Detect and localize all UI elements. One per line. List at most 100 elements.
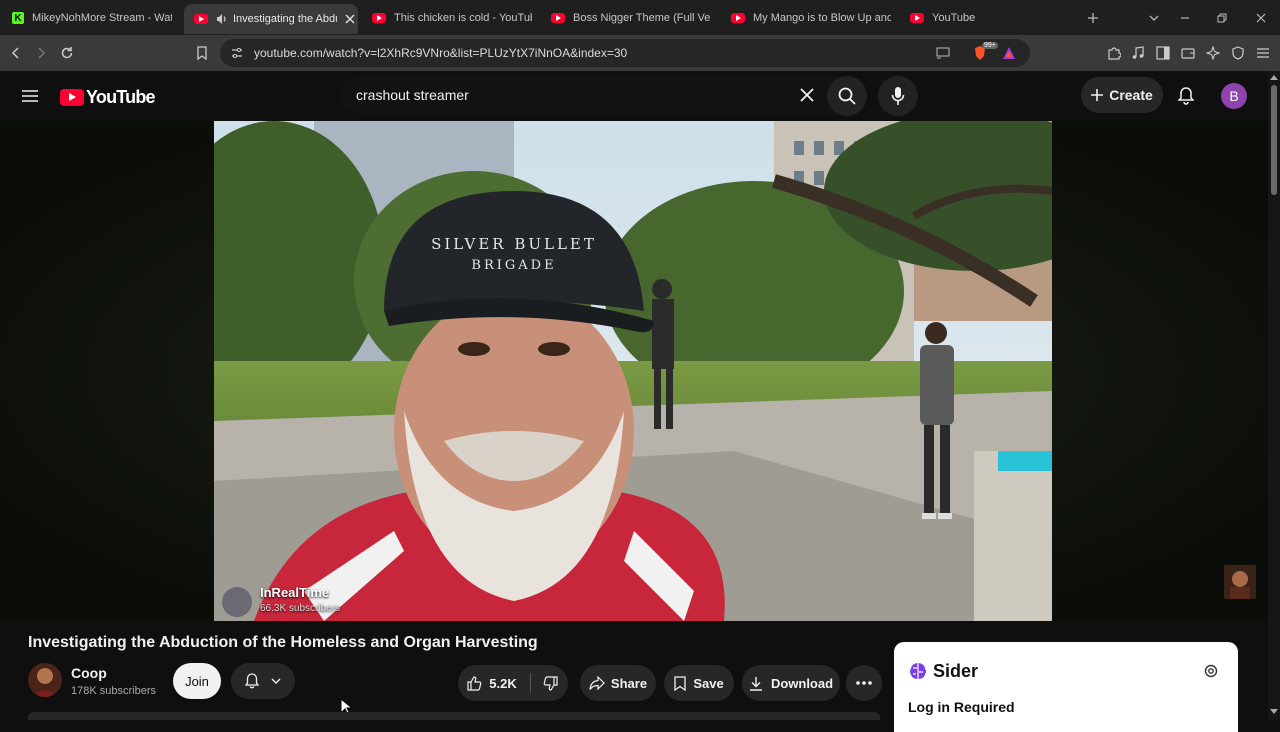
cap-lettering: BRIGADE	[471, 258, 556, 273]
page-scrollbar[interactable]	[1268, 71, 1280, 720]
sider-settings-icon[interactable]	[1203, 663, 1219, 679]
youtube-play-icon	[60, 89, 84, 106]
more-actions-button[interactable]	[846, 665, 882, 701]
watermark-subscribers: 66.3K subscribers	[260, 603, 341, 614]
browser-tab[interactable]: K MikeyNohMore Stream - Watch	[12, 5, 172, 31]
forward-arrow-icon	[38, 47, 46, 59]
scroll-down-arrow-icon[interactable]	[1270, 709, 1278, 715]
browser-tab[interactable]: Boss Nigger Theme (Full Versio	[551, 5, 711, 31]
sider-title: Sider	[933, 661, 979, 681]
tab-search-button[interactable]	[1144, 8, 1164, 28]
cap-lettering: SILVER BULLET	[431, 235, 597, 253]
speaker-icon[interactable]	[216, 13, 228, 25]
description-box[interactable]	[28, 712, 880, 720]
vpn-button[interactable]	[1228, 43, 1248, 63]
tab-title: My Mango is to Blow Up and T	[753, 12, 891, 24]
close-window-button[interactable]	[1251, 8, 1271, 28]
music-note-icon	[1132, 46, 1144, 59]
video-player[interactable]: SILVER BULLET BRIGADE InRealTime 66.3K s…	[0, 121, 1268, 621]
join-label: Join	[185, 673, 209, 689]
thumbs-up-icon	[467, 675, 482, 691]
tab-title: YouTube	[932, 12, 976, 24]
tab-title: Boss Nigger Theme (Full Versio	[573, 12, 711, 24]
search-input[interactable]: crashout streamer	[356, 87, 469, 103]
create-label: Create	[1109, 87, 1153, 103]
sider-brain-icon	[908, 661, 928, 681]
watermark-channel-name: InRealTime	[260, 585, 330, 600]
brave-rewards-icon[interactable]	[1002, 46, 1016, 60]
extensions-button[interactable]	[1104, 43, 1124, 63]
create-button[interactable]: Create	[1081, 77, 1163, 113]
minimize-button[interactable]	[1175, 8, 1195, 28]
youtube-icon	[731, 13, 745, 23]
back-arrow-icon	[11, 47, 19, 59]
share-button[interactable]: Share	[580, 665, 656, 701]
share-arrow-icon	[589, 676, 605, 690]
back-button[interactable]	[6, 43, 26, 63]
bookmark-button[interactable]	[192, 43, 212, 63]
save-label: Save	[693, 675, 724, 691]
reload-button[interactable]	[57, 43, 77, 63]
close-tab-icon[interactable]	[345, 14, 355, 24]
browser-tab-active[interactable]: Investigating the Abduc	[184, 4, 358, 34]
menu-button[interactable]	[1253, 43, 1273, 63]
address-bar[interactable]: youtube.com/watch?v=l2XhRc9VNro&list=PLU…	[220, 39, 1030, 67]
browser-tab[interactable]: My Mango is to Blow Up and T	[731, 5, 891, 31]
dislike-button[interactable]	[532, 665, 568, 701]
channel-watermark[interactable]: InRealTime 66.3K subscribers	[214, 581, 414, 621]
puzzle-icon	[1108, 47, 1121, 60]
hamburger-icon	[1257, 48, 1269, 58]
bell-icon	[1178, 87, 1194, 105]
video-frame-image: SILVER BULLET BRIGADE	[214, 121, 1052, 621]
miniplayer-thumbnail[interactable]	[1224, 565, 1256, 599]
browser-tab[interactable]: YouTube	[910, 5, 1070, 31]
media-button[interactable]	[1128, 43, 1148, 63]
leo-ai-button[interactable]	[1203, 43, 1223, 63]
bookmark-icon	[674, 675, 686, 691]
divider	[530, 673, 531, 693]
bell-icon	[245, 673, 259, 689]
reload-icon	[61, 47, 73, 59]
close-icon	[1256, 13, 1266, 23]
account-avatar[interactable]: B	[1221, 83, 1247, 109]
voice-search-button[interactable]	[878, 76, 918, 116]
browser-tab[interactable]: This chicken is cold - YouTube	[372, 5, 532, 31]
save-button[interactable]: Save	[664, 665, 734, 701]
guide-menu-button[interactable]	[10, 76, 50, 116]
youtube-icon	[551, 13, 565, 23]
channel-avatar[interactable]	[28, 663, 62, 697]
search-button[interactable]	[827, 76, 867, 116]
minimize-icon	[1181, 17, 1189, 19]
download-button[interactable]: Download	[742, 665, 840, 701]
video-frame[interactable]: SILVER BULLET BRIGADE InRealTime 66.3K s…	[214, 121, 1052, 621]
tab-title: MikeyNohMore Stream - Watch	[32, 12, 172, 24]
search-icon	[838, 87, 856, 105]
like-button[interactable]: 5.2K	[458, 665, 526, 701]
notifications-button[interactable]	[1166, 76, 1206, 116]
wallet-button[interactable]	[1178, 43, 1198, 63]
restore-button[interactable]	[1212, 8, 1232, 28]
subscription-notifications-button[interactable]	[231, 663, 295, 699]
channel-subscribers: 178K subscribers	[71, 685, 156, 697]
bookmark-icon	[197, 46, 207, 60]
sidebar-icon	[1156, 46, 1170, 60]
search-box[interactable]: crashout streamer	[340, 76, 865, 114]
plus-icon	[1091, 89, 1104, 101]
youtube-icon	[910, 13, 924, 23]
join-button[interactable]: Join	[173, 663, 221, 699]
browser-toolbar: youtube.com/watch?v=l2XhRc9VNro&list=PLU…	[0, 35, 1280, 71]
clear-search-icon[interactable]	[800, 88, 814, 102]
sider-login-message: Log in Required	[908, 699, 1015, 715]
new-tab-button[interactable]	[1083, 8, 1103, 28]
forward-button[interactable]	[31, 43, 51, 63]
scrollbar-thumb[interactable]	[1271, 85, 1277, 195]
shields-badge: 99+	[982, 42, 998, 49]
scroll-up-arrow-icon[interactable]	[1270, 74, 1278, 80]
cast-icon[interactable]	[936, 47, 950, 59]
download-icon	[749, 676, 762, 691]
site-info-icon[interactable]	[230, 46, 244, 60]
sidebar-button[interactable]	[1153, 43, 1173, 63]
youtube-icon	[372, 13, 386, 23]
channel-name[interactable]: Coop	[71, 665, 107, 681]
youtube-logo[interactable]: YouTube	[60, 87, 156, 108]
